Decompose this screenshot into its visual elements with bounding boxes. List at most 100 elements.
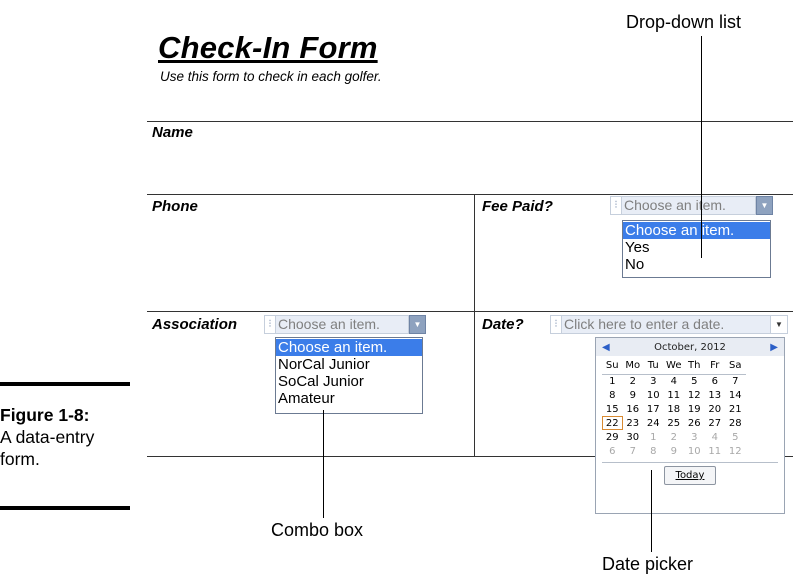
weekday-label: Mo <box>622 358 643 375</box>
calendar-day[interactable]: 4 <box>705 430 726 444</box>
calendar-day[interactable]: 5 <box>684 374 705 388</box>
fee-paid-dropdown[interactable]: ⁝ Choose an item. ▼ <box>610 196 773 215</box>
control-grip-icon[interactable]: ⁝ <box>264 315 275 334</box>
figure-caption-line: A data-entry <box>0 427 95 447</box>
next-month-icon[interactable]: ▶ <box>770 342 778 353</box>
calendar-day[interactable]: 29 <box>602 430 623 444</box>
calendar-day[interactable]: 24 <box>643 416 664 430</box>
calendar-day[interactable]: 7 <box>725 374 746 388</box>
calendar-week-row: 15 16 17 18 19 20 21 <box>602 402 746 416</box>
list-item-option[interactable]: Yes <box>623 239 770 256</box>
calendar-day[interactable]: 21 <box>725 402 746 416</box>
calendar-day[interactable]: 2 <box>623 374 644 388</box>
calendar-day[interactable]: 18 <box>664 402 685 416</box>
calendar-day[interactable]: 9 <box>664 444 685 458</box>
calendar-day[interactable]: 26 <box>684 416 705 430</box>
calendar-day[interactable]: 5 <box>725 430 746 444</box>
calendar-day[interactable]: 4 <box>664 374 685 388</box>
table-column-divider <box>474 194 475 457</box>
figure-caption: Figure 1-8: A data-entry form. <box>0 404 135 470</box>
weekday-label: Fr <box>704 358 725 375</box>
calendar-day[interactable]: 12 <box>684 388 705 402</box>
calendar-day[interactable]: 22 <box>602 416 623 430</box>
calendar-day[interactable]: 9 <box>623 388 644 402</box>
calendar-day[interactable]: 28 <box>725 416 746 430</box>
calendar-day[interactable]: 6 <box>705 374 726 388</box>
calendar-day[interactable]: 13 <box>705 388 726 402</box>
figure-number: Figure 1-8: <box>0 405 90 425</box>
weekday-label: Sa <box>725 358 746 375</box>
calendar-day[interactable]: 8 <box>643 444 664 458</box>
control-grip-icon[interactable]: ⁝ <box>550 315 561 334</box>
association-combo-box[interactable]: ⁝ Choose an item. ▼ <box>264 315 426 334</box>
dropdown-arrow-icon[interactable]: ▼ <box>756 196 773 215</box>
calendar-header: ◀ October, 2012 ▶ <box>596 338 784 356</box>
calendar-day[interactable]: 2 <box>664 430 685 444</box>
calendar-day[interactable]: 11 <box>705 444 726 458</box>
calendar-day[interactable]: 12 <box>725 444 746 458</box>
calendar-day[interactable]: 3 <box>684 430 705 444</box>
weekday-label: Th <box>684 358 705 375</box>
calendar-day[interactable]: 3 <box>643 374 664 388</box>
figure-rule-bottom <box>0 506 130 510</box>
calendar-month-label: October, 2012 <box>654 341 726 353</box>
calendar-day[interactable]: 15 <box>602 402 623 416</box>
callout-pointer-line <box>701 36 702 258</box>
list-item-option[interactable]: No <box>623 256 770 273</box>
association-value[interactable]: Choose an item. <box>275 315 409 334</box>
calendar-day[interactable]: 14 <box>725 388 746 402</box>
calendar-day[interactable]: 7 <box>623 444 644 458</box>
weekday-label: We <box>663 358 684 375</box>
today-button[interactable]: Today <box>664 466 716 485</box>
calendar-day[interactable]: 16 <box>623 402 644 416</box>
figure-rule-top <box>0 382 130 386</box>
calendar-day[interactable]: 6 <box>602 444 623 458</box>
list-item-option[interactable]: Choose an item. <box>276 339 422 356</box>
list-item-option[interactable]: Choose an item. <box>623 222 770 239</box>
calendar-day[interactable]: 17 <box>643 402 664 416</box>
association-option-list: Choose an item. NorCal Junior SoCal Juni… <box>275 337 423 414</box>
fee-paid-value[interactable]: Choose an item. <box>621 196 756 215</box>
callout-dropdown-label: Drop-down list <box>626 12 742 32</box>
calendar-day[interactable]: 19 <box>684 402 705 416</box>
calendar-week-row: 6 7 8 9 10 11 12 <box>602 444 746 458</box>
table-border-top <box>147 121 793 122</box>
callout-pointer-line <box>651 470 652 552</box>
callout-combo-label: Combo box <box>271 520 364 540</box>
calendar-day[interactable]: 1 <box>643 430 664 444</box>
calendar-week-row: 8 9 10 11 12 13 14 <box>602 388 746 402</box>
previous-month-icon[interactable]: ◀ <box>602 342 610 353</box>
calendar-day[interactable]: 1 <box>602 374 623 388</box>
list-item-option[interactable]: NorCal Junior <box>276 356 422 373</box>
calendar-day[interactable]: 20 <box>705 402 726 416</box>
callout-pointer-line <box>323 410 324 518</box>
today-button-label: Today <box>675 470 705 481</box>
date-placeholder[interactable]: Click here to enter a date. <box>561 315 771 334</box>
calendar-week-row: 29 30 1 2 3 4 5 <box>602 430 746 444</box>
calendar-day[interactable]: 30 <box>623 430 644 444</box>
callout-datepicker-label: Date picker <box>602 554 694 574</box>
list-item-option[interactable]: Amateur <box>276 390 422 407</box>
calendar-day[interactable]: 10 <box>643 388 664 402</box>
table-border-bottom <box>147 456 595 457</box>
form-title: Check-In Form <box>158 30 378 65</box>
calendar-day[interactable]: 8 <box>602 388 623 402</box>
table-row-divider <box>147 311 793 312</box>
calendar-day[interactable]: 10 <box>684 444 705 458</box>
calendar-day[interactable]: 27 <box>705 416 726 430</box>
list-item-option[interactable]: SoCal Junior <box>276 373 422 390</box>
weekday-header-row: Su Mo Tu We Th Fr Sa <box>602 358 746 375</box>
calendar-popup: ◀ October, 2012 ▶ Su Mo Tu We Th Fr Sa 1234567… <box>595 337 785 514</box>
dropdown-arrow-icon[interactable]: ▼ <box>409 315 426 334</box>
association-label: Association <box>152 316 238 333</box>
control-grip-icon[interactable]: ⁝ <box>610 196 621 215</box>
fee-paid-option-list: Choose an item. Yes No <box>622 220 771 278</box>
form-subtitle: Use this form to check in each golfer. <box>160 69 382 84</box>
table-row-divider <box>147 194 793 195</box>
dropdown-arrow-icon[interactable]: ▼ <box>771 315 788 334</box>
calendar-day[interactable]: 23 <box>623 416 644 430</box>
calendar-day[interactable]: 25 <box>664 416 685 430</box>
date-label: Date? <box>482 316 524 333</box>
calendar-day[interactable]: 11 <box>664 388 685 402</box>
date-picker-field[interactable]: ⁝ Click here to enter a date. ▼ <box>550 315 788 334</box>
